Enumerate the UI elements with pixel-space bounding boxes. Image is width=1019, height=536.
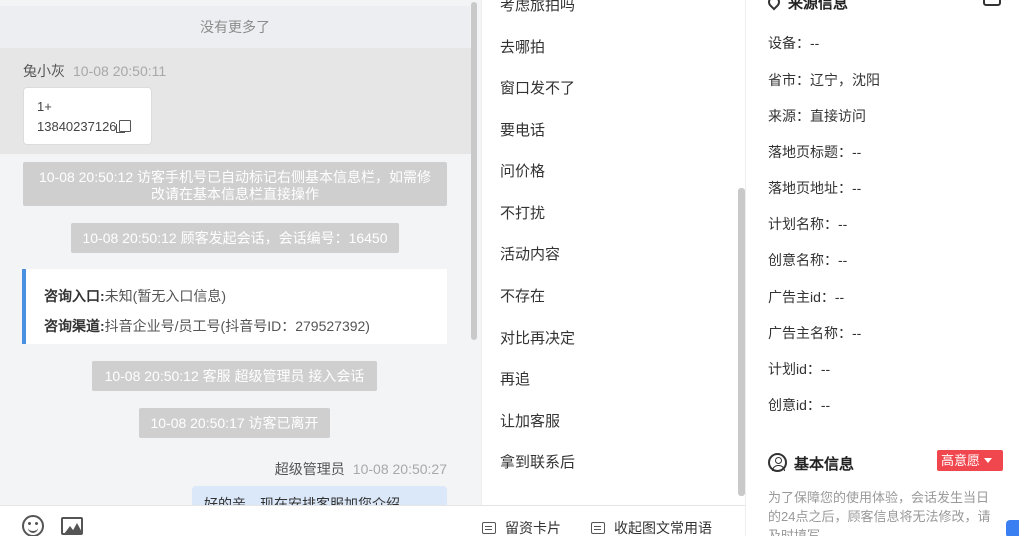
source-row-creative-id: 创意id：-- — [768, 397, 831, 413]
phone-card-line2: 13840237126 — [37, 117, 138, 137]
source-row-creative-name: 创意名称：-- — [768, 252, 848, 268]
floating-action-button[interactable] — [1006, 520, 1019, 536]
chat-panel: 没有更多了 兔小灰 10-08 20:50:11 1+ 13840237126 1… — [0, 0, 481, 505]
quick-reply-item[interactable]: 再追 — [500, 368, 530, 389]
source-row-advertiser-name: 广告主名称：-- — [768, 325, 862, 341]
lead-card-button[interactable]: 留资卡片 — [482, 518, 561, 536]
copy-icon[interactable] — [115, 120, 131, 133]
consult-entry-label: 咨询入口: — [44, 288, 105, 304]
agent-message-bubble: 好的亲，现在安排客服加您介绍 — [192, 486, 447, 505]
source-row-plan-name: 计划名称：-- — [768, 216, 848, 232]
source-info-title: 来源信息 — [765, 0, 849, 13]
input-toolbar: 留资卡片 收起图文常用语 — [0, 505, 745, 536]
source-row-advertiser-id: 广告主id：-- — [768, 289, 845, 305]
consult-channel: 咨询渠道:抖音企业号/员工号(抖音号ID：279527392) — [44, 311, 429, 341]
quick-reply-item[interactable]: 对比再决定 — [500, 327, 575, 348]
consult-entry: 咨询入口:未知(暂无入口信息) — [44, 281, 429, 311]
image-icon[interactable] — [61, 517, 83, 535]
quick-reply-item[interactable]: 不打扰 — [500, 202, 545, 223]
quick-reply-item[interactable]: 活动内容 — [500, 243, 560, 264]
card-icon — [482, 522, 496, 534]
visitor-name: 兔小灰 — [23, 63, 65, 79]
app-root: 没有更多了 兔小灰 10-08 20:50:11 1+ 13840237126 1… — [0, 0, 1019, 536]
emoji-icon[interactable] — [22, 515, 44, 536]
info-panel: 来源信息 设备：-- 省市：辽宁，沈阳 来源：直接访问 落地页标题：-- 落地页… — [745, 0, 1019, 536]
quick-reply-item[interactable]: 拿到联系后 — [500, 451, 575, 472]
source-row-source: 来源：直接访问 — [768, 108, 866, 124]
phrases-icon — [591, 522, 605, 534]
phone-card[interactable]: 1+ 13840237126 — [23, 87, 152, 145]
quick-reply-scrollbar[interactable] — [738, 188, 745, 496]
visitor-sender: 兔小灰 10-08 20:50:11 — [23, 61, 166, 81]
quick-reply-item[interactable]: 去哪拍 — [500, 36, 545, 57]
quick-reply-item[interactable]: 让加客服 — [500, 410, 560, 431]
source-row-device: 设备：-- — [768, 35, 820, 51]
system-message: 10-08 20:50:17 访客已离开 — [139, 408, 330, 438]
intent-level-select[interactable]: 高意愿 — [937, 450, 1003, 471]
phone-number: 13840237126 — [37, 119, 117, 134]
agent-name: 超级管理员 — [274, 461, 345, 477]
quick-reply-item[interactable]: 问价格 — [500, 160, 545, 181]
no-more-hint: 没有更多了 — [0, 6, 470, 48]
intent-level-label: 高意愿 — [941, 453, 981, 468]
agent-sender: 超级管理员 10-08 20:50:27 — [275, 459, 447, 479]
edit-icon[interactable] — [983, 0, 1001, 6]
quick-reply-item[interactable]: 不存在 — [500, 285, 545, 306]
source-info-title-text: 来源信息 — [788, 0, 849, 12]
system-message: 10-08 20:50:12 访客手机号已自动标记右侧基本信息栏，如需修改请在基… — [23, 162, 447, 206]
caret-down-icon — [984, 458, 993, 463]
basic-info-note: 为了保障您的使用体验，会话发生当日的24点之后，顾客信息将无法修改，请及时填写 — [768, 490, 991, 536]
quick-reply-item[interactable]: 要电话 — [500, 119, 545, 140]
basic-info-title-text: 基本信息 — [794, 456, 855, 473]
visitor-time: 10-08 20:50:11 — [73, 63, 167, 79]
source-row-landing-url: 落地页地址：-- — [768, 180, 862, 196]
consult-entry-value: 未知(暂无入口信息) — [104, 288, 226, 304]
consult-info-card: 咨询入口:未知(暂无入口信息) 咨询渠道:抖音企业号/员工号(抖音号ID：279… — [22, 269, 447, 344]
location-pin-icon — [765, 0, 783, 11]
visitor-message: 兔小灰 10-08 20:50:11 1+ 13840237126 — [0, 48, 473, 154]
quick-reply-item[interactable]: 窗口发不了 — [500, 77, 575, 98]
chat-scrollbar[interactable] — [471, 2, 477, 340]
source-row-plan-id: 计划id：-- — [768, 361, 831, 377]
source-row-landing-title: 落地页标题：-- — [768, 144, 862, 160]
collapse-phrases-button[interactable]: 收起图文常用语 — [591, 518, 712, 536]
agent-time: 10-08 20:50:27 — [352, 461, 447, 477]
quick-reply-panel: 考虑旅拍吗 去哪拍 窗口发不了 要电话 问价格 不打扰 活动内容 不存在 对比再… — [481, 0, 745, 505]
collapse-phrases-label: 收起图文常用语 — [614, 520, 712, 536]
user-icon — [768, 453, 787, 472]
basic-info-title: 基本信息 — [768, 450, 854, 474]
quick-reply-item[interactable]: 考虑旅拍吗 — [500, 0, 575, 15]
source-row-city: 省市：辽宁，沈阳 — [768, 72, 880, 88]
consult-channel-value: 抖音企业号/员工号(抖音号ID：279527392) — [104, 318, 370, 334]
system-message: 10-08 20:50:12 客服 超级管理员 接入会话 — [92, 361, 377, 391]
lead-card-label: 留资卡片 — [505, 520, 561, 536]
consult-channel-label: 咨询渠道: — [44, 318, 105, 334]
system-message: 10-08 20:50:12 顾客发起会话，会话编号：16450 — [71, 223, 399, 253]
phone-card-line1: 1+ — [37, 99, 52, 114]
